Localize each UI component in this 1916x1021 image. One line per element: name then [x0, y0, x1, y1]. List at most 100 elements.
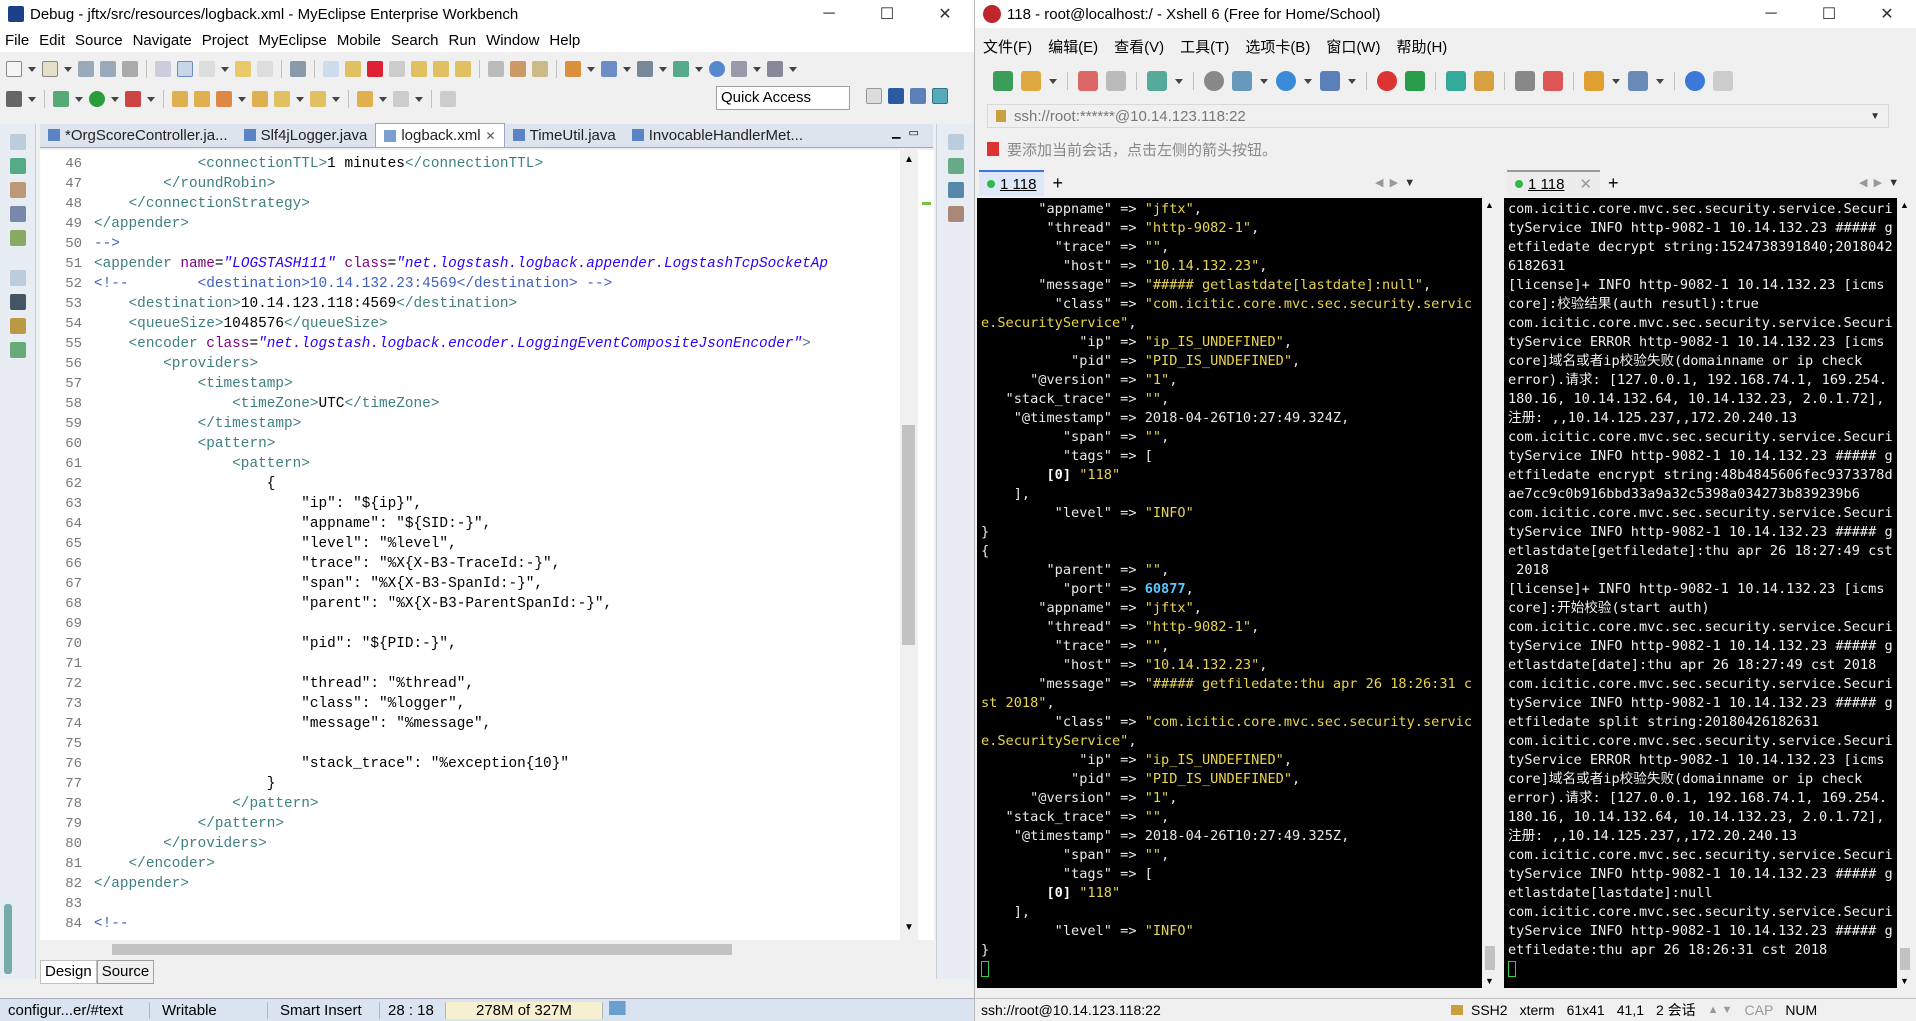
console-icon[interactable]: [6, 91, 22, 107]
code-line[interactable]: </appender>: [94, 214, 189, 234]
tab-source[interactable]: Source: [96, 960, 155, 984]
quick-access-input[interactable]: Quick Access: [716, 86, 850, 110]
resume-icon[interactable]: [323, 61, 339, 77]
address-dropdown-icon[interactable]: ▼: [1870, 111, 1880, 122]
open-perspective-icon[interactable]: [866, 88, 882, 104]
xftp-icon[interactable]: [1377, 71, 1397, 91]
new-session-icon[interactable]: [993, 71, 1013, 91]
use-step-filters-icon[interactable]: [510, 61, 526, 77]
font-icon[interactable]: [1320, 71, 1340, 91]
code-line[interactable]: <connectionTTL>1 minutes</connectionTTL>: [94, 154, 543, 174]
close-tab-icon[interactable]: ✕: [486, 129, 496, 143]
code-line[interactable]: <pattern>: [94, 454, 310, 474]
print-session-icon[interactable]: [1232, 71, 1252, 91]
code-line[interactable]: <providers>: [94, 354, 258, 374]
restore-right-icon[interactable]: [948, 134, 964, 150]
editor-tab[interactable]: InvocableHandlerMet...: [624, 123, 811, 147]
terminal-left-scrollbar[interactable]: ▲ ▼: [1482, 198, 1498, 988]
help-icon[interactable]: [1685, 71, 1705, 91]
step-return-icon[interactable]: [455, 61, 471, 77]
menu-help[interactable]: Help: [544, 32, 585, 49]
terminate-icon[interactable]: [367, 61, 383, 77]
code-line[interactable]: -->: [94, 234, 120, 254]
code-line[interactable]: </encoder>: [94, 854, 215, 874]
code-line[interactable]: "message": "%message",: [94, 714, 491, 734]
menu-navigate[interactable]: Navigate: [128, 32, 197, 49]
compose-icon[interactable]: [1584, 71, 1604, 91]
code-line[interactable]: }: [94, 774, 276, 794]
outline-icon[interactable]: [10, 230, 26, 246]
reconnect-icon[interactable]: [1078, 71, 1098, 91]
back-icon[interactable]: [357, 91, 373, 107]
save-all-icon[interactable]: [100, 61, 116, 77]
expressions-view-icon[interactable]: [948, 206, 964, 222]
editor-tab[interactable]: *OrgScoreController.ja...: [40, 123, 236, 147]
xshell-menu-item[interactable]: 工具(T): [1172, 36, 1237, 57]
variables-view-icon[interactable]: [948, 158, 964, 174]
debug-view-icon[interactable]: [10, 158, 26, 174]
code-line[interactable]: <queueSize>1048576</queueSize>: [94, 314, 388, 334]
code-line[interactable]: </timestamp>: [94, 414, 302, 434]
new-project-icon[interactable]: [42, 61, 58, 77]
terminal-right[interactable]: com.icitic.core.mvc.sec.security.service…: [1504, 198, 1897, 988]
code-line[interactable]: <!--: [94, 914, 129, 934]
new-icon[interactable]: [6, 61, 22, 77]
code-line[interactable]: </appender>: [94, 874, 189, 894]
code-line[interactable]: </pattern>: [94, 794, 318, 814]
deploy-icon[interactable]: [565, 61, 581, 77]
terminal-right-scrollbar[interactable]: ▲ ▼: [1897, 198, 1913, 988]
xml-editor[interactable]: 46 47 48 49 50 51 52 53 54 55 56 57 58 59 60 61 62 63 64 65…: [40, 150, 917, 940]
code-line[interactable]: "thread": "%thread",: [94, 674, 474, 694]
code-line[interactable]: "class": "%logger",: [94, 694, 465, 714]
editor-vertical-scroll-thumb[interactable]: [902, 425, 915, 645]
server-icon[interactable]: [601, 61, 617, 77]
restore-icon[interactable]: [10, 134, 26, 150]
code-line[interactable]: "stack_trace": "%exception{10}": [94, 754, 569, 774]
tab-design[interactable]: Design: [40, 960, 97, 984]
search-tool-icon[interactable]: [216, 91, 232, 107]
code-line[interactable]: <timeZone>UTC</timeZone>: [94, 394, 439, 414]
navigator-icon[interactable]: [10, 206, 26, 222]
link-icon[interactable]: [155, 61, 171, 77]
code-line[interactable]: <!-- <destination>10.14.132.23:4569</des…: [94, 274, 612, 294]
menu-file[interactable]: File: [0, 32, 34, 49]
editor-tab[interactable]: Slf4jLogger.java: [236, 123, 376, 147]
team-icon[interactable]: [731, 61, 747, 77]
breakpoints-view-icon[interactable]: [948, 182, 964, 198]
overview-ruler[interactable]: [918, 150, 934, 940]
code-line[interactable]: "parent": "%X{X-B3-ParentSpanId:-}",: [94, 594, 612, 614]
ruler-marker[interactable]: [922, 202, 931, 205]
open-session-icon[interactable]: [1021, 71, 1041, 91]
code-line[interactable]: <appender name="LOGSTASH111" class="net.…: [94, 254, 828, 274]
scroll-down-icon[interactable]: ▼: [904, 922, 914, 933]
menu-mobile[interactable]: Mobile: [332, 32, 386, 49]
minimize-button[interactable]: ─: [800, 0, 858, 28]
xmanager-icon[interactable]: [1405, 71, 1425, 91]
disconnect-icon[interactable]: [389, 61, 405, 77]
tab-list-right-icon[interactable]: ▼: [1888, 177, 1899, 189]
code-line[interactable]: </roundRobin>: [94, 174, 275, 194]
run-icon[interactable]: [89, 91, 105, 107]
undo-icon[interactable]: [235, 61, 251, 77]
code-line[interactable]: <timestamp>: [94, 374, 293, 394]
maximize-editor-icon[interactable]: ▭: [908, 126, 918, 139]
suspend-icon[interactable]: [345, 61, 361, 77]
xshell-minimize-button[interactable]: ─: [1742, 0, 1800, 28]
address-text[interactable]: ssh://root:******@10.14.123.118:22: [1014, 108, 1246, 125]
forward-icon[interactable]: [393, 91, 409, 107]
open-resource-icon[interactable]: [194, 91, 210, 107]
editor-horizontal-scroll-thumb[interactable]: [112, 944, 732, 955]
xshell-menu-item[interactable]: 编辑(E): [1040, 36, 1106, 57]
step-over-icon[interactable]: [433, 61, 449, 77]
xshell-menu-item[interactable]: 文件(F): [975, 36, 1040, 57]
xshell-menu-item[interactable]: 帮助(H): [1388, 36, 1455, 57]
code-line[interactable]: "ip": "${ip}",: [94, 494, 422, 514]
menu-project[interactable]: Project: [197, 32, 254, 49]
tab-next-right-icon[interactable]: ▶: [1874, 177, 1882, 189]
add-tab-left-button[interactable]: +: [1044, 170, 1071, 196]
code-line[interactable]: <destination>10.14.123.118:4569</destina…: [94, 294, 518, 314]
maximize-button[interactable]: ☐: [858, 0, 916, 28]
menu-source[interactable]: Source: [70, 32, 128, 49]
servers-view-icon[interactable]: [10, 342, 26, 358]
java-perspective-icon[interactable]: [888, 88, 904, 104]
